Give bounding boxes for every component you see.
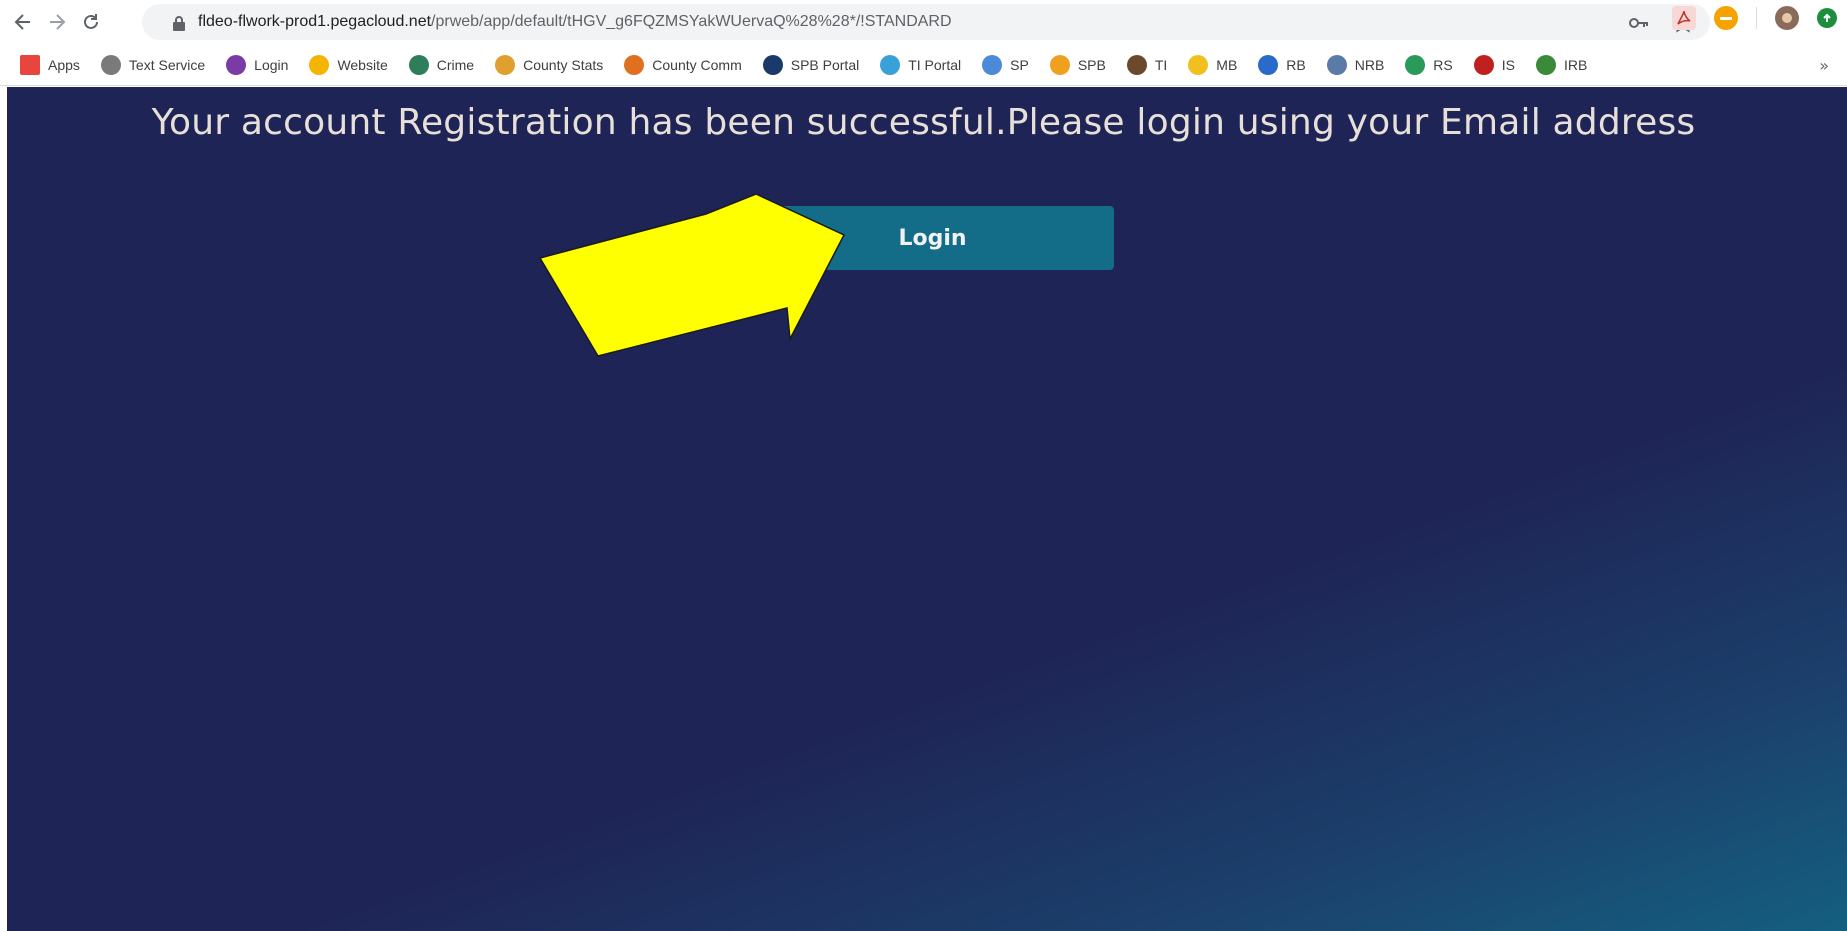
profile-avatar[interactable]: [1775, 6, 1799, 30]
pdf-extension-icon[interactable]: [1672, 6, 1696, 30]
bookmark-label: SPB Portal: [790, 56, 860, 73]
bookmark-label: Crime: [436, 56, 475, 73]
url-text: fldeo-flwork-prod1.pegacloud.net/prweb/a…: [198, 13, 952, 31]
reload-icon: [84, 14, 98, 29]
address-bar[interactable]: fldeo-flwork-prod1.pegacloud.net/prweb/a…: [142, 4, 1710, 40]
bookmark-sp[interactable]: SP: [982, 54, 1029, 75]
browser-toolbar: fldeo-flwork-prod1.pegacloud.net/prweb/a…: [0, 0, 1847, 44]
bookmark-mb[interactable]: MB: [1188, 54, 1238, 75]
ti-icon: [1126, 54, 1147, 75]
bookmark-label: TI Portal: [908, 56, 962, 73]
bookmark-label: MB: [1216, 56, 1238, 73]
text-service-icon: [100, 54, 121, 75]
bookmark-is[interactable]: IS: [1473, 54, 1515, 75]
apps-grid-icon: [20, 54, 40, 75]
ti-portal-icon: [880, 54, 901, 75]
bookmark-label: RS: [1433, 56, 1453, 73]
bookmark-label: IS: [1501, 56, 1515, 73]
bookmark-label: County Stats: [523, 56, 604, 73]
page-content: Your account Registration has been succe…: [0, 87, 1847, 931]
bookmark-apps[interactable]: Apps: [20, 54, 80, 75]
bookmark-county-comm[interactable]: County Comm: [624, 54, 742, 75]
bookmark-text-service[interactable]: Text Service: [100, 54, 206, 75]
mb-icon: [1188, 54, 1209, 75]
bookmark-label: IRB: [1563, 56, 1588, 73]
bookmark-rs[interactable]: RS: [1405, 54, 1453, 75]
rb-icon: [1258, 54, 1279, 75]
bookmark-label: RB: [1286, 56, 1306, 73]
bookmark-label: NRB: [1354, 56, 1385, 73]
key-icon[interactable]: [1628, 13, 1650, 33]
is-icon: [1473, 54, 1494, 75]
bookmark-label: SPB: [1077, 56, 1106, 73]
bookmark-label: Website: [337, 56, 388, 73]
toolbar-separator: [1756, 7, 1757, 29]
nrb-icon: [1326, 54, 1347, 75]
update-icon[interactable]: [1817, 8, 1837, 28]
bookmark-ti[interactable]: TI: [1126, 54, 1168, 75]
lock-icon: [173, 16, 185, 31]
url-path: /prweb/app/default/tHGV_g6FQZMSYakWUerva…: [431, 13, 952, 30]
back-arrow-icon: [14, 14, 30, 30]
bookmark-label: TI: [1154, 56, 1168, 73]
sp-icon: [982, 54, 1003, 75]
website-icon: [309, 54, 330, 75]
login-icon: [226, 54, 247, 75]
crime-icon: [408, 54, 429, 75]
reload-button[interactable]: [74, 5, 108, 39]
bookmark-label: Text Service: [128, 56, 206, 73]
spb-icon: [1049, 54, 1070, 75]
bookmark-website[interactable]: Website: [309, 54, 388, 75]
bookmark-irb[interactable]: IRB: [1535, 54, 1588, 75]
county-comm-icon: [624, 54, 645, 75]
bookmark-spb[interactable]: SPB: [1049, 54, 1106, 75]
page-left-edge: [0, 87, 7, 931]
url-host: fldeo-flwork-prod1.pegacloud.net: [198, 13, 432, 30]
bookmark-login[interactable]: Login: [226, 54, 289, 75]
yellow-arrow-annotation: [538, 194, 846, 357]
bookmark-label: Login: [254, 56, 289, 73]
bookmark-county-stats[interactable]: County Stats: [495, 54, 604, 75]
forward-arrow-icon: [50, 14, 66, 30]
bookmark-label: Apps: [48, 56, 80, 73]
bookmark-spb-portal[interactable]: SPB Portal: [762, 54, 860, 75]
bookmarks-bar: Apps Text Service Login Website Crime County …: [0, 44, 1847, 86]
forward-button[interactable]: [40, 5, 74, 39]
registration-success-message: Your account Registration has been succe…: [151, 102, 1696, 143]
bookmark-rb[interactable]: RB: [1258, 54, 1306, 75]
back-button[interactable]: [6, 5, 40, 39]
bookmarks-more-button[interactable]: »: [1819, 56, 1829, 75]
extensions-area: [1672, 6, 1847, 30]
irb-icon: [1535, 54, 1556, 75]
bookmark-label: County Comm: [652, 56, 742, 73]
rs-icon: [1405, 54, 1426, 75]
spb-portal-icon: [762, 54, 783, 75]
county-stats-icon: [495, 54, 516, 75]
bookmark-nrb[interactable]: NRB: [1326, 54, 1385, 75]
blocker-extension-icon[interactable]: [1714, 6, 1738, 30]
bookmark-label: SP: [1010, 56, 1029, 73]
bookmark-crime[interactable]: Crime: [408, 54, 475, 75]
bookmark-ti-portal[interactable]: TI Portal: [880, 54, 962, 75]
